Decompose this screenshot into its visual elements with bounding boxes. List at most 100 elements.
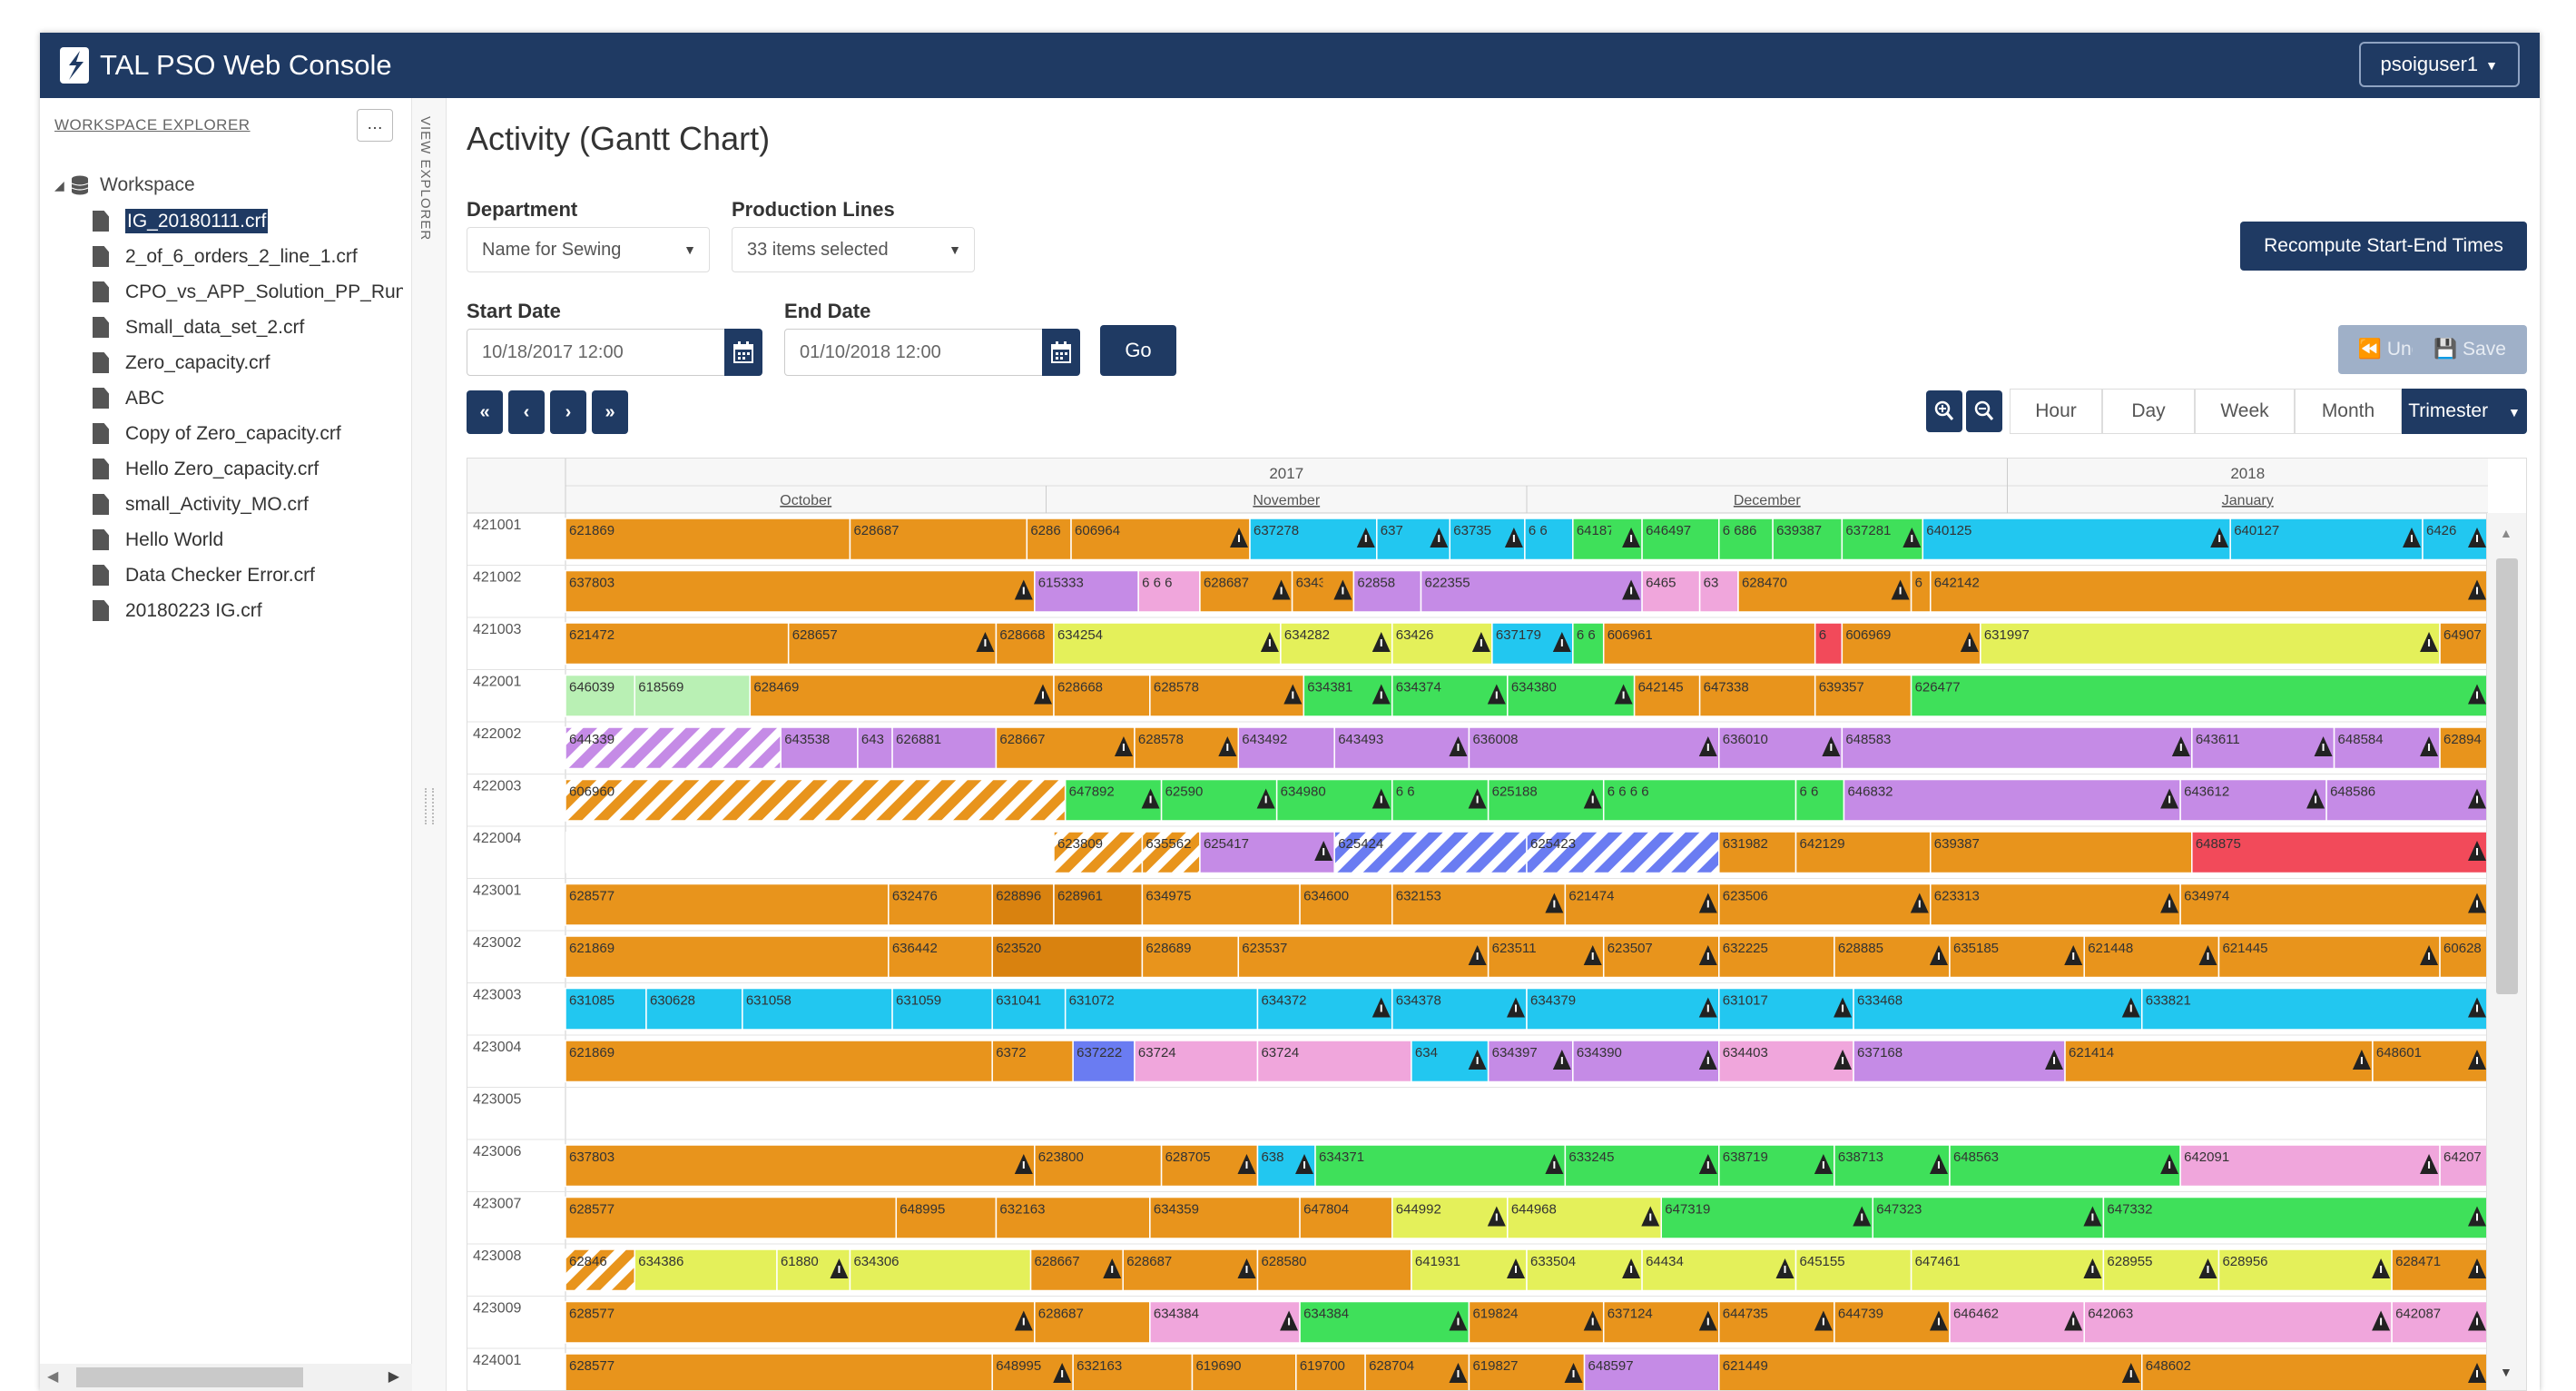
gantt-activity-bar[interactable] <box>1980 622 2441 666</box>
tree-root-workspace[interactable]: ◢ Workspace <box>49 167 403 203</box>
view-day-button[interactable]: Day <box>2102 389 2195 434</box>
gantt-activity-bar[interactable] <box>2141 987 2488 1031</box>
scroll-left-icon[interactable]: ◀ <box>47 1367 58 1386</box>
vertical-scrollbar[interactable]: ▲ ▼ <box>2486 513 2526 1390</box>
tree-item[interactable]: IG_20180111.crf <box>49 203 403 239</box>
file-icon <box>93 529 109 550</box>
recompute-start-end-button[interactable]: Recompute Start-End Times <box>2240 222 2527 271</box>
scrollbar-thumb[interactable] <box>2496 558 2518 994</box>
gantt-activity-label: 640127 <box>2234 523 2279 538</box>
gantt-activity-bar[interactable] <box>565 1144 1036 1188</box>
line-label: 422001 <box>473 675 521 690</box>
scrollbar-thumb[interactable] <box>76 1367 303 1387</box>
gantt-activity-label: 640125 <box>1926 523 1971 538</box>
gantt-activity-bar[interactable] <box>565 1300 1036 1344</box>
gantt-activity-label: 631072 <box>1069 993 1115 1009</box>
gantt-activity-label: 64907 <box>2443 627 2482 643</box>
start-date-label: Start Date <box>467 300 561 322</box>
end-date-input[interactable]: 01/10/2018 12:00 <box>784 329 1055 376</box>
tree-item[interactable]: Hello Zero_capacity.crf <box>49 451 403 487</box>
gantt-activity-label: 648563 <box>1953 1149 1999 1165</box>
gantt-activity-label: 619827 <box>1472 1358 1518 1374</box>
save-button[interactable]: 💾 Save <box>2413 325 2527 374</box>
gantt-activity-label: 60628 <box>2443 941 2482 956</box>
tree-item[interactable]: Data Checker Error.crf <box>49 557 403 593</box>
start-date-input[interactable]: 10/18/2017 12:00 <box>467 329 737 376</box>
tree-item[interactable]: 20180223 IG.crf <box>49 593 403 628</box>
last-page-button[interactable]: » <box>592 390 628 434</box>
go-button[interactable]: Go <box>1100 325 1176 376</box>
production-lines-select[interactable]: 33 items selected ▼ <box>732 227 975 272</box>
gantt-activity-label: 623506 <box>1723 889 1768 904</box>
view-trimester-button[interactable]: Trimester ▼ <box>2402 389 2527 434</box>
tree-item[interactable]: CPO_vs_APP_Solution_PP_Run_3. <box>49 274 403 310</box>
gantt-activity-bar[interactable] <box>565 569 1036 613</box>
resize-handle[interactable] <box>425 788 434 824</box>
scroll-right-icon[interactable]: ▶ <box>388 1367 399 1386</box>
horizontal-scrollbar[interactable]: ◀ ▶ <box>40 1364 412 1391</box>
gantt-activity-label: 6 6 <box>1396 784 1415 800</box>
gantt-activity-label: 625424 <box>1338 836 1383 852</box>
gantt-activity-bar[interactable] <box>565 1353 993 1391</box>
gantt-activity-label: 636010 <box>1723 732 1768 747</box>
gantt-activity-bar[interactable] <box>1841 726 2193 770</box>
view-month-button[interactable]: Month <box>2295 389 2402 434</box>
view-week-button[interactable]: Week <box>2195 389 2295 434</box>
gantt-activity-bar[interactable] <box>2141 1353 2488 1391</box>
gantt-activity-bar[interactable] <box>1718 1353 2143 1391</box>
tree-item[interactable]: Zero_capacity.crf <box>49 345 403 380</box>
gantt-activity-label: 6 6 6 6 <box>1608 784 1649 800</box>
tree-item[interactable]: Hello World <box>49 522 403 557</box>
gantt-activity-bar[interactable] <box>565 778 1067 822</box>
gantt-activity-label: 633821 <box>2146 993 2191 1009</box>
gantt-activity-label: 631041 <box>996 993 1041 1009</box>
gantt-activity-label: 648995 <box>996 1358 1041 1374</box>
user-menu-button[interactable]: psoiguser1 ▼ <box>2358 42 2520 87</box>
gantt-activity-bar[interactable] <box>565 1196 898 1239</box>
tree-item[interactable]: small_Activity_MO.crf <box>49 487 403 522</box>
zoom-in-button[interactable] <box>1926 390 1962 432</box>
gantt-activity-label: 637179 <box>1496 627 1541 643</box>
scroll-down-icon[interactable]: ▼ <box>2500 1365 2512 1379</box>
gantt-activity-label: 642129 <box>1800 836 1845 852</box>
zoom-out-button[interactable] <box>1966 390 2002 432</box>
end-date-calendar-button[interactable] <box>1042 329 1080 376</box>
gantt-activity-label: 634380 <box>1511 680 1557 696</box>
gantt-activity-label: 643 <box>861 732 884 747</box>
tree-item[interactable]: Copy of Zero_capacity.crf <box>49 416 403 451</box>
gantt-activity-bar[interactable] <box>1930 569 2488 613</box>
gantt-activity-label: 637281 <box>1845 523 1891 538</box>
gantt-activity-label: 628578 <box>1154 680 1199 696</box>
scroll-up-icon[interactable]: ▲ <box>2500 526 2512 540</box>
gantt-activity-bar[interactable] <box>1910 674 2488 717</box>
start-date-calendar-button[interactable] <box>724 329 762 376</box>
gantt-activity-label: 623313 <box>1934 889 1980 904</box>
line-label: 423008 <box>473 1248 521 1264</box>
gantt-activity-label: 619824 <box>1472 1307 1518 1322</box>
tree-item[interactable]: Small_data_set_2.crf <box>49 310 403 345</box>
view-hour-button[interactable]: Hour <box>2010 389 2102 434</box>
gantt-activity-bar[interactable] <box>565 1040 993 1083</box>
gantt-activity-label: 637803 <box>569 1149 615 1165</box>
gantt-activity-label: 619690 <box>1195 1358 1241 1374</box>
line-label: 423002 <box>473 935 521 951</box>
gantt-activity-label: 621449 <box>1723 1358 1768 1374</box>
first-page-button[interactable]: « <box>467 390 503 434</box>
gantt-activity-label: 647461 <box>1915 1254 1961 1269</box>
next-page-button[interactable]: › <box>550 390 586 434</box>
app-logo-icon <box>60 47 89 84</box>
gantt-activity-label: 621472 <box>569 627 615 643</box>
previous-page-button[interactable]: ‹ <box>508 390 545 434</box>
department-select[interactable]: Name for Sewing ▼ <box>467 227 710 272</box>
tree-item[interactable]: ABC <box>49 380 403 416</box>
gantt-activity-label: 631017 <box>1723 993 1768 1009</box>
database-icon <box>71 175 89 195</box>
tree-item[interactable]: 2_of_6_orders_2_line_1.crf <box>49 239 403 274</box>
caret-down-icon[interactable]: ◢ <box>54 167 64 203</box>
gantt-activity-label: 633504 <box>1530 1254 1576 1269</box>
view-explorer-strip[interactable]: VIEW EXPLORER <box>412 98 447 1391</box>
view-explorer-label[interactable]: VIEW EXPLORER <box>418 116 433 241</box>
workspace-more-button[interactable]: … <box>357 109 393 142</box>
gantt-activity-bar[interactable] <box>1843 778 2181 822</box>
gantt-activity-bar[interactable] <box>2102 1196 2488 1239</box>
